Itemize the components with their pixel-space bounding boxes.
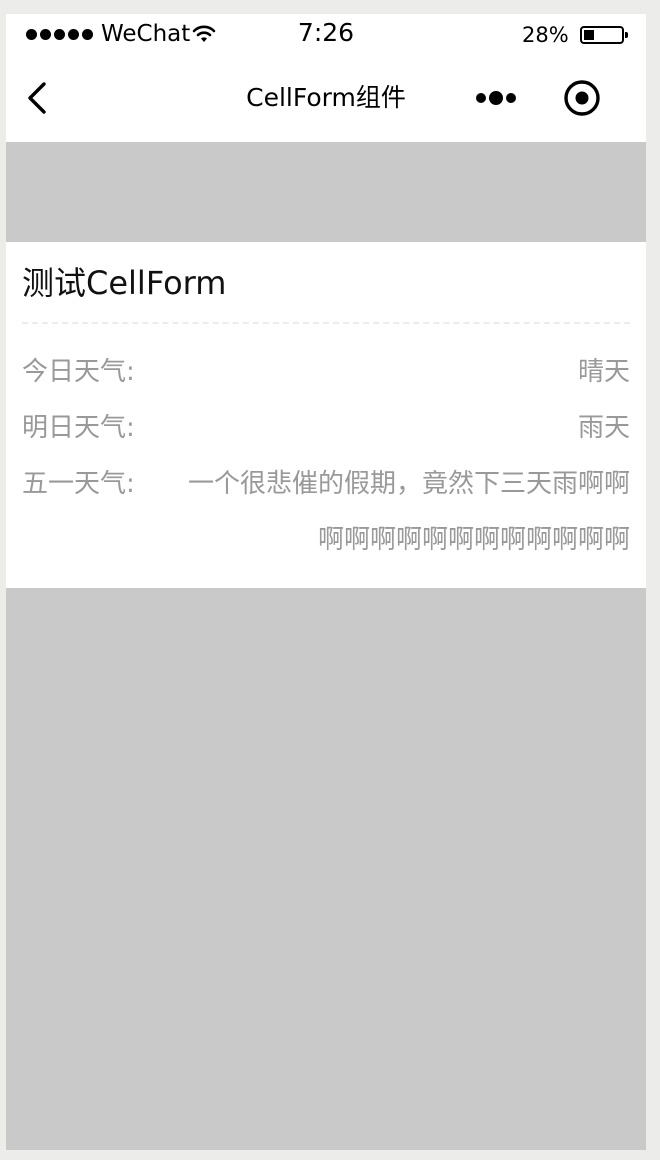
cell-label: 明日天气: [22, 413, 135, 443]
cell-value: 雨天 [577, 413, 630, 443]
more-dot-icon [489, 91, 503, 105]
status-bar: WeChat 7:26 28% [6, 14, 646, 54]
battery-icon [580, 26, 628, 44]
cell-row: 五一天气: 一个很悲催的假期，竟然下三天雨啊啊啊啊啊啊啊啊啊啊啊啊啊啊 [22, 456, 630, 568]
cell-row: 明日天气: 雨天 [22, 410, 630, 446]
cell-row: 今日天气: 晴天 [22, 354, 630, 390]
phone-screen: WeChat 7:26 28% CellForm组件 测试CellForm 今日… [6, 14, 646, 1150]
cell-value: 一个很悲催的假期，竟然下三天雨啊啊啊啊啊啊啊啊啊啊啊啊啊啊 [187, 469, 630, 555]
navigation-bar: CellForm组件 [6, 54, 646, 142]
cellform-title: 测试CellForm [22, 264, 227, 302]
page-title: CellForm组件 [246, 83, 406, 112]
more-dot-icon [476, 93, 486, 103]
battery-fill [584, 30, 594, 40]
more-menu-button[interactable] [472, 86, 520, 110]
cell-value: 晴天 [577, 357, 630, 387]
title-divider [22, 322, 630, 324]
close-miniprogram-button[interactable] [562, 78, 602, 118]
cellform-card: 测试CellForm 今日天气: 晴天 明日天气: 雨天 五一天气: 一个很悲催… [6, 242, 646, 588]
more-dot-icon [506, 93, 516, 103]
cell-label: 今日天气: [22, 357, 135, 387]
cell-label: 五一天气: [22, 469, 135, 499]
battery-percent: 28% [522, 23, 569, 47]
target-close-icon [564, 80, 600, 116]
